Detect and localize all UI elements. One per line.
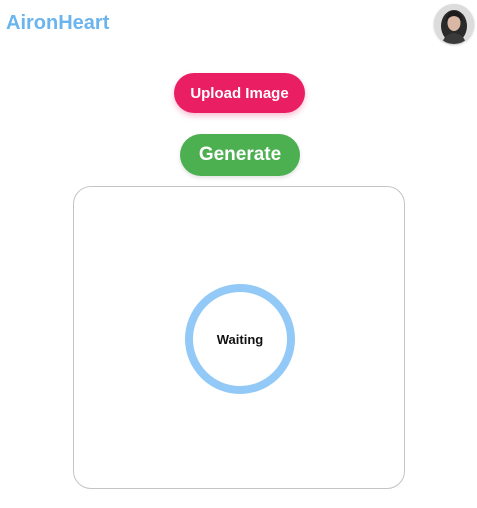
- upload-image-button[interactable]: Upload Image: [174, 73, 305, 113]
- status-text: Waiting: [216, 331, 264, 347]
- generate-button[interactable]: Generate: [180, 134, 300, 176]
- user-avatar-icon: [434, 4, 474, 44]
- avatar[interactable]: [434, 4, 474, 44]
- brand-logo-text[interactable]: AironHeart: [6, 11, 109, 35]
